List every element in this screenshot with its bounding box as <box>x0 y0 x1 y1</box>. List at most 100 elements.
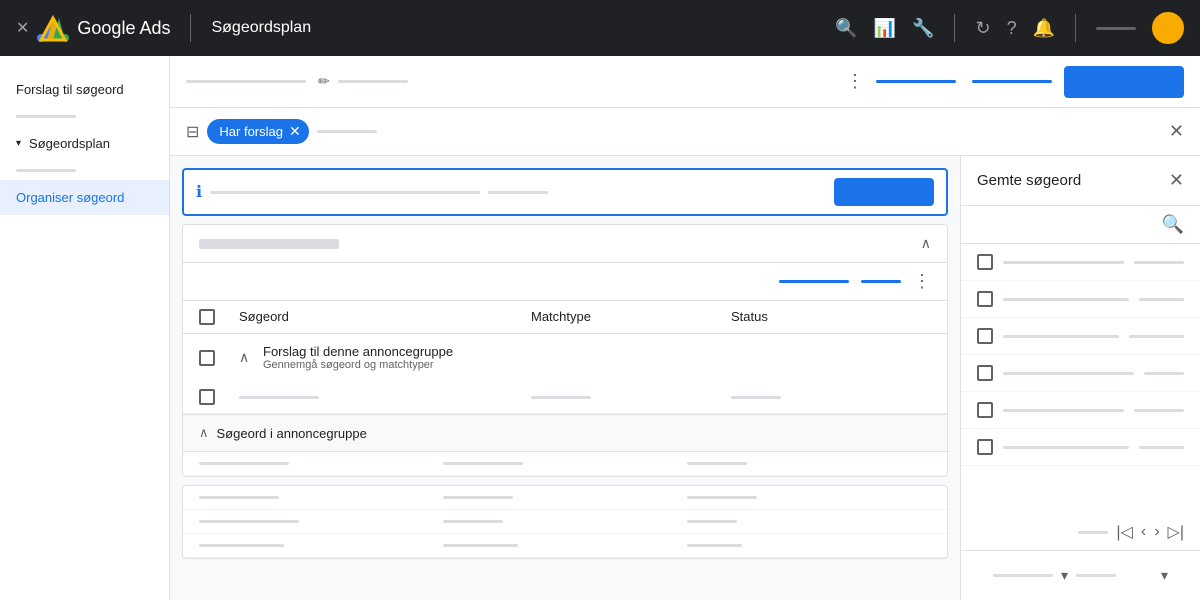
select-all-checkbox[interactable] <box>199 309 215 325</box>
data-bar-3 <box>687 496 757 499</box>
chart-icon[interactable]: 📊 <box>874 18 896 39</box>
list-item-checkbox[interactable] <box>977 439 993 455</box>
table-card: ∧ ⋮ Søgeord Matchtype <box>182 224 948 477</box>
list-item-checkbox[interactable] <box>977 291 993 307</box>
pagination-info-bar <box>1078 531 1108 534</box>
list-item-checkbox[interactable] <box>977 254 993 270</box>
search-button[interactable] <box>834 178 934 206</box>
item-keyword-bar <box>239 396 319 399</box>
proposal-chevron-icon[interactable]: ∧ <box>239 349 263 366</box>
tool-icon[interactable]: 🔧 <box>912 18 934 39</box>
proposal-section: ∧ Forslag til denne annoncegruppe Gennem… <box>183 334 947 415</box>
filter-chip-close[interactable]: ✕ <box>289 123 301 140</box>
pagination: |◁ ‹ › ▷| <box>961 514 1200 550</box>
list-item-meta-bar <box>1134 261 1184 264</box>
footer-more-chevron-icon[interactable]: ▾ <box>1161 567 1168 584</box>
pagination-prev-button[interactable]: ‹ <box>1141 523 1146 541</box>
sidebar-item-forslag[interactable]: Forslag til søgeord <box>0 72 169 107</box>
three-dot-menu[interactable]: ⋮ <box>846 71 864 92</box>
right-panel-search-icon[interactable]: 🔍 <box>1162 214 1184 235</box>
toolbar-link-bar-2 <box>972 80 1052 83</box>
list-item-meta-bar <box>1144 372 1184 375</box>
table-group-header: ∧ <box>183 225 947 263</box>
group-title-bar <box>199 239 339 249</box>
toolbar-subtitle-bar <box>338 80 408 83</box>
filter-icon: ⊟ <box>186 122 199 142</box>
list-item-meta-bar <box>1134 409 1184 412</box>
group-chevron-icon[interactable]: ∧ <box>921 235 931 252</box>
data-bar-1 <box>199 544 284 547</box>
sidebar-item-label: Organiser søgeord <box>16 190 124 205</box>
search-input-bar <box>210 191 480 194</box>
close-button[interactable]: ✕ <box>16 18 29 38</box>
table-row <box>183 486 947 510</box>
filter-chip-label: Har forslag <box>219 124 283 139</box>
right-panel-list <box>961 244 1200 514</box>
sidebar-item-label: Forslag til søgeord <box>16 82 124 97</box>
list-item-checkbox[interactable] <box>977 402 993 418</box>
sub-header-link-bar-2 <box>861 280 901 283</box>
list-item-text-bar <box>1003 446 1129 449</box>
center-panel: ℹ ∧ ⋮ <box>170 156 960 600</box>
right-panel: Gemte søgeord ✕ 🔍 <box>960 156 1200 600</box>
sidebar-item-soegeordsplan[interactable]: ▾ Søgeordsplan <box>0 126 169 161</box>
data-bar-3 <box>687 544 742 547</box>
edit-icon[interactable]: ✏ <box>318 73 330 90</box>
pagination-first-button[interactable]: |◁ <box>1116 522 1132 542</box>
header-divider <box>190 14 191 42</box>
proposal-text: Forslag til denne annoncegruppe Gennemgå… <box>263 344 931 371</box>
data-bar-3 <box>687 462 747 465</box>
col-header-matchtype: Matchtype <box>531 309 731 325</box>
main-content: ✏ ⋮ ⊟ Har forslag ✕ ✕ ℹ <box>170 56 1200 600</box>
list-item-text-bar <box>1003 298 1129 301</box>
toolbar-primary-button[interactable] <box>1064 66 1184 98</box>
col-header-status: Status <box>731 309 931 325</box>
pagination-next-button[interactable]: › <box>1154 523 1159 541</box>
content-area: ℹ ∧ ⋮ <box>170 156 1200 600</box>
account-bar <box>1096 27 1136 30</box>
layout: Forslag til søgeord ▾ Søgeordsplan Organ… <box>0 56 1200 600</box>
refresh-icon[interactable]: ↻ <box>975 18 990 39</box>
right-panel-footer: ▾ ▾ <box>961 550 1200 600</box>
filter-chip[interactable]: Har forslag ✕ <box>207 119 308 144</box>
list-item <box>961 355 1200 392</box>
sidebar-item-label: Søgeordsplan <box>29 136 110 151</box>
filter-close-button[interactable]: ✕ <box>1169 121 1184 142</box>
list-item-meta-bar <box>1139 298 1184 301</box>
list-item-checkbox[interactable] <box>977 365 993 381</box>
sub-header-dot-menu[interactable]: ⋮ <box>913 271 931 292</box>
keywords-group-header: ∧ Søgeord i annoncegruppe <box>183 415 947 452</box>
footer-bar-2 <box>1076 574 1116 577</box>
proposal-checkbox[interactable] <box>199 350 215 366</box>
page-title: Søgeordsplan <box>211 19 823 37</box>
data-bar-2 <box>443 462 523 465</box>
list-item <box>961 392 1200 429</box>
help-icon[interactable]: ? <box>1007 18 1017 39</box>
table-row <box>183 452 947 476</box>
footer-bar-1 <box>993 574 1053 577</box>
sidebar-divider <box>16 115 76 118</box>
toolbar: ✏ ⋮ <box>170 56 1200 108</box>
col-header-keyword: Søgeord <box>239 309 531 325</box>
toolbar-title-bar <box>186 80 306 83</box>
filter-bar-text <box>317 130 377 133</box>
right-panel-close-button[interactable]: ✕ <box>1169 170 1184 191</box>
sidebar-item-organiser[interactable]: Organiser søgeord <box>0 180 169 215</box>
list-item-checkbox[interactable] <box>977 328 993 344</box>
list-item-meta-bar <box>1139 446 1184 449</box>
row-checkbox[interactable] <box>199 389 215 405</box>
data-card-2 <box>182 485 948 559</box>
keywords-section-title: Søgeord i annoncegruppe <box>217 426 367 441</box>
keywords-chevron-icon[interactable]: ∧ <box>199 425 209 441</box>
data-bar-3 <box>687 520 737 523</box>
search-icon[interactable]: 🔍 <box>835 18 857 39</box>
pagination-last-button[interactable]: ▷| <box>1168 522 1184 542</box>
list-item <box>961 281 1200 318</box>
avatar[interactable] <box>1152 12 1184 44</box>
footer-chevron-icon[interactable]: ▾ <box>1061 567 1068 584</box>
bell-icon[interactable]: 🔔 <box>1033 18 1055 39</box>
google-ads-logo-icon <box>37 12 69 44</box>
right-panel-search: 🔍 <box>961 206 1200 244</box>
sidebar-divider-2 <box>16 169 76 172</box>
list-item <box>961 244 1200 281</box>
